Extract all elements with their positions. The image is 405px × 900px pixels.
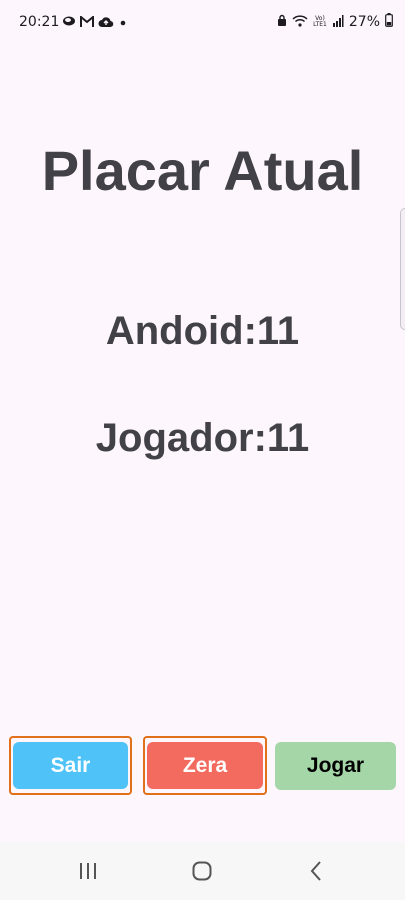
player-score: Jogador:11: [95, 416, 310, 460]
volte-icon: Vo) LTE1: [313, 15, 327, 28]
zera-button[interactable]: Zera: [147, 742, 263, 789]
notification-icons: [62, 14, 128, 31]
edge-panel-handle[interactable]: [400, 208, 405, 330]
battery-icon: [385, 13, 393, 30]
cloud-upload-icon: [98, 15, 114, 31]
navigation-bar: [0, 842, 405, 900]
home-icon[interactable]: [189, 858, 215, 884]
zera-button-container: Zera: [143, 736, 267, 795]
sair-button-container: Sair: [9, 736, 132, 795]
app-screen: 20:21 Vo) LTE1 27% Placar Atual Andoid:1…: [0, 0, 405, 900]
wifi-icon: [292, 14, 308, 30]
jogar-button[interactable]: Jogar: [275, 742, 396, 790]
page-title: Placar Atual: [41, 139, 364, 202]
lock-icon: [277, 14, 287, 30]
recents-icon[interactable]: [75, 858, 101, 884]
gmail-icon: [80, 14, 94, 31]
dot-icon: [118, 15, 128, 31]
system-icons: Vo) LTE1 27%: [277, 13, 393, 30]
status-bar: 20:21 Vo) LTE1 27%: [0, 0, 405, 44]
smartphone-sync-icon: [62, 14, 76, 31]
volte-bottom-label: LTE1: [313, 20, 327, 28]
sair-button[interactable]: Sair: [13, 742, 128, 789]
back-icon[interactable]: [303, 858, 329, 884]
battery-percent: 27%: [348, 13, 380, 30]
signal-icon: [332, 14, 344, 30]
status-time: 20:21: [19, 14, 60, 30]
android-score: Andoid:11: [105, 309, 300, 353]
